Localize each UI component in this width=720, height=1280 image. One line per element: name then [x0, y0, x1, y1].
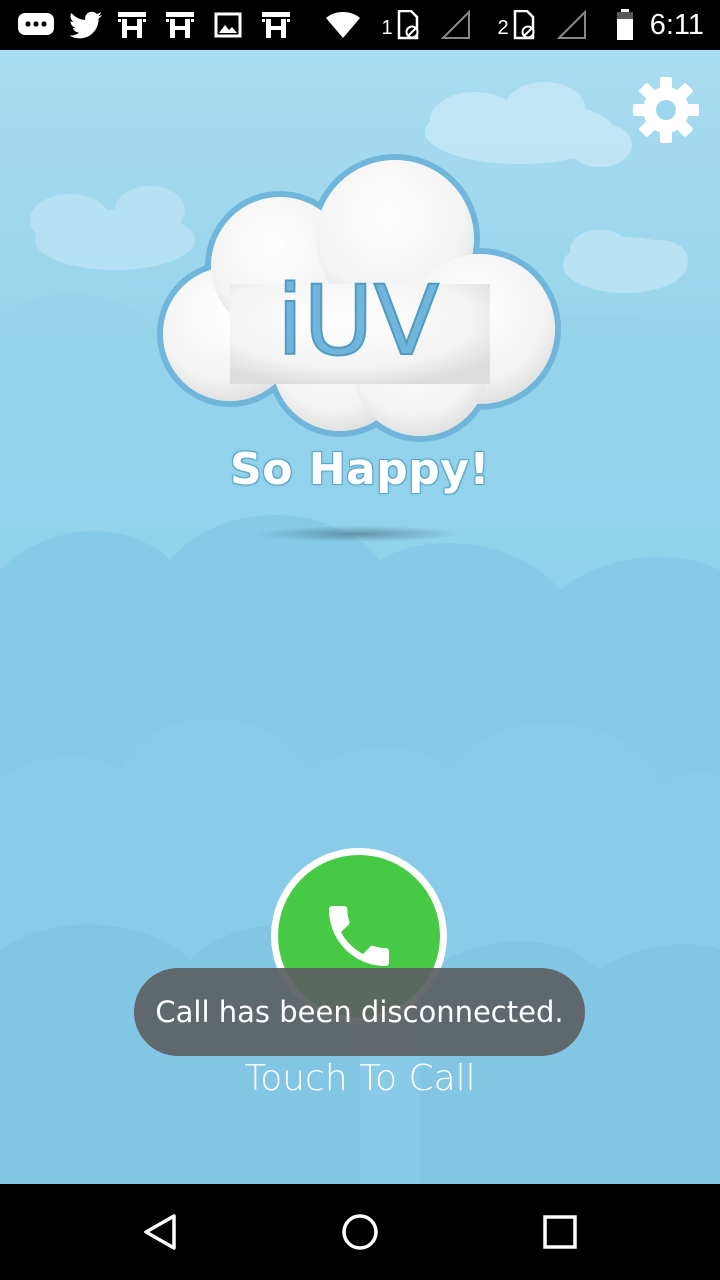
messaging-icon	[16, 8, 56, 42]
logo-text: iUV	[277, 265, 440, 377]
status-bar: 1 2 6:11	[0, 0, 720, 50]
sim-2-label: 2	[497, 16, 509, 39]
app-h-icon	[116, 8, 148, 42]
phone-icon	[329, 906, 389, 966]
twitter-icon	[68, 8, 104, 42]
touch-to-call-label[interactable]: Touch To Call	[0, 1058, 720, 1099]
home-icon	[342, 1214, 378, 1250]
recents-button[interactable]	[530, 1202, 590, 1262]
signal-1-icon	[440, 8, 472, 42]
toast-message: Call has been disconnected.	[134, 968, 585, 1056]
status-time: 6:11	[649, 9, 704, 41]
recents-icon	[543, 1215, 577, 1249]
sim-1-icon: 1	[378, 8, 424, 42]
back-icon	[144, 1214, 176, 1250]
image-icon	[213, 8, 243, 42]
back-button[interactable]	[130, 1202, 190, 1262]
navigation-bar	[0, 1184, 720, 1280]
signal-2-icon	[556, 8, 588, 42]
app-logo: iUV	[150, 154, 570, 484]
home-button[interactable]	[330, 1202, 390, 1262]
logo-shadow	[258, 526, 458, 542]
sim-1-label: 1	[381, 16, 393, 39]
sim-2-icon: 2	[494, 8, 540, 42]
wifi-icon	[324, 8, 362, 42]
app-screen: iUV So Happy! Call has been disconnected…	[0, 50, 720, 1184]
battery-icon	[612, 8, 638, 42]
app-h-icon	[260, 8, 292, 42]
app-h-icon	[164, 8, 196, 42]
gear-icon	[633, 77, 699, 143]
tagline: So Happy!	[230, 444, 490, 495]
settings-button[interactable]	[632, 76, 700, 144]
